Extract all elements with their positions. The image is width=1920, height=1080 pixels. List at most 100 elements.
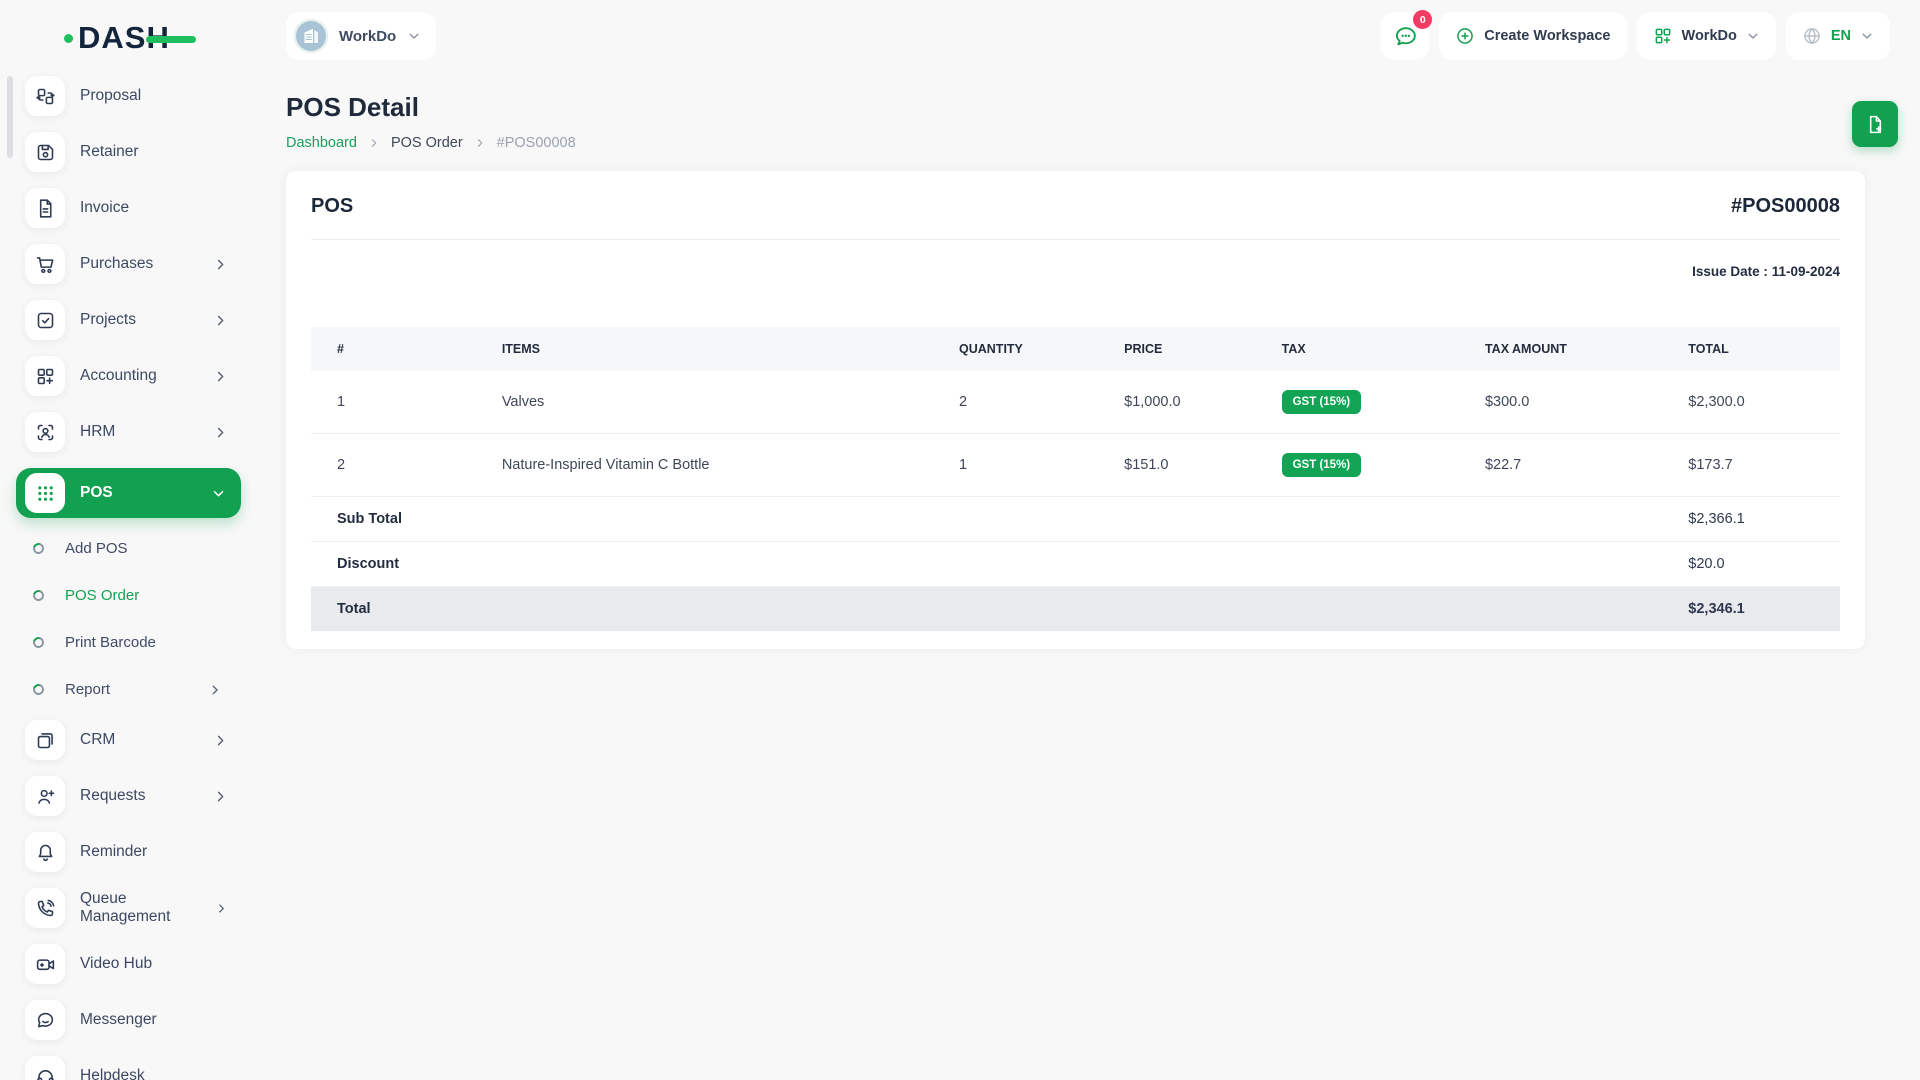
message-icon bbox=[35, 1010, 56, 1031]
bullet-circle-icon bbox=[30, 540, 47, 557]
cell-no: 1 bbox=[311, 371, 487, 434]
breadcrumb: Dashboard POS Order #POS00008 bbox=[286, 135, 1865, 151]
column-header-price: PRICE bbox=[1109, 327, 1267, 371]
card-title: POS bbox=[311, 195, 354, 217]
bullet-circle-icon bbox=[30, 634, 47, 651]
create-workspace-button[interactable]: Create Workspace bbox=[1439, 12, 1627, 60]
breadcrumb-pos-order[interactable]: POS Order bbox=[391, 135, 463, 151]
sidebar-item-label: Queue Management bbox=[80, 890, 171, 925]
messages-count-badge: 0 bbox=[1413, 10, 1433, 29]
issue-date-value: 11-09-2024 bbox=[1771, 264, 1840, 279]
subtotal-label: Sub Total bbox=[311, 496, 1674, 542]
cell-quantity: 2 bbox=[944, 371, 1110, 434]
sidebar-subitem-label: Report bbox=[65, 681, 111, 698]
sidebar-item-video-hub[interactable]: Video Hub bbox=[25, 944, 228, 984]
pos-items-table: # ITEMS QUANTITY PRICE TAX TAX AMOUNT TO… bbox=[311, 327, 1840, 631]
sidebar-item-requests[interactable]: Requests bbox=[25, 776, 228, 816]
sidebar-subitem-print-barcode[interactable]: Print Barcode bbox=[30, 626, 222, 659]
sidebar-nav: Proposal Retainer Invoice Purchases Proj… bbox=[0, 76, 250, 1080]
discount-label: Discount bbox=[311, 541, 1674, 587]
sidebar-item-projects[interactable]: Projects bbox=[25, 300, 228, 340]
cell-no: 2 bbox=[311, 433, 487, 497]
sidebar-item-accounting[interactable]: Accounting bbox=[25, 356, 228, 396]
column-header-quantity: QUANTITY bbox=[944, 327, 1110, 371]
cell-tax-amount: $300.0 bbox=[1469, 371, 1674, 434]
column-header-tax-amount: TAX AMOUNT bbox=[1469, 327, 1674, 371]
total-value: $2,346.1 bbox=[1673, 586, 1840, 631]
swap-icon bbox=[35, 86, 56, 107]
total-label: Total bbox=[311, 586, 1674, 631]
column-header-no: # bbox=[311, 327, 487, 371]
sidebar-item-queue-management[interactable]: Queue Management bbox=[25, 888, 228, 928]
sidebar-item-invoice[interactable]: Invoice bbox=[25, 188, 228, 228]
chevron-right-icon bbox=[213, 425, 228, 440]
sidebar-subitem-add-pos[interactable]: Add POS bbox=[30, 532, 222, 565]
plus-circle-icon bbox=[1455, 26, 1475, 46]
cell-tax: GST (15%) bbox=[1266, 371, 1470, 434]
export-pos-button[interactable] bbox=[1852, 101, 1898, 147]
tax-badge: GST (15%) bbox=[1281, 390, 1362, 414]
phone-call-icon bbox=[35, 898, 56, 919]
file-icon bbox=[35, 198, 56, 219]
sidebar-item-crm[interactable]: CRM bbox=[25, 720, 228, 760]
sidebar-subitem-pos-order[interactable]: POS Order bbox=[30, 579, 222, 612]
cell-price: $151.0 bbox=[1109, 433, 1267, 497]
sidebar-item-helpdesk[interactable]: Helpdesk bbox=[25, 1056, 228, 1080]
cell-item: Valves bbox=[486, 371, 944, 434]
chevron-right-icon bbox=[208, 683, 222, 697]
chevron-right-icon bbox=[213, 733, 228, 748]
bell-icon bbox=[35, 842, 56, 863]
workspace-switcher[interactable]: WorkDo bbox=[286, 12, 437, 60]
chevron-down-icon bbox=[407, 29, 421, 43]
table-row: 2 Nature-Inspired Vitamin C Bottle 1 $15… bbox=[311, 433, 1840, 497]
table-summary: Sub Total $2,366.1 Discount $20.0 Total … bbox=[311, 496, 1840, 631]
sidebar-item-retainer[interactable]: Retainer bbox=[25, 132, 228, 172]
squares-icon bbox=[35, 730, 56, 751]
check-square-icon bbox=[35, 310, 56, 331]
breadcrumb-current: #POS00008 bbox=[496, 135, 576, 151]
sidebar-item-label: HRM bbox=[80, 423, 116, 440]
save-icon bbox=[35, 142, 56, 163]
sidebar-item-reminder[interactable]: Reminder bbox=[25, 832, 228, 872]
grid-icon bbox=[1653, 26, 1673, 46]
pos-detail-card: POS #POS00008 Issue Date : 11-09-2024 # … bbox=[286, 171, 1865, 649]
discount-value: $20.0 bbox=[1673, 541, 1840, 587]
table-row: 1 Valves 2 $1,000.0 GST (15%) $300.0 $2,… bbox=[311, 371, 1840, 434]
column-header-items: ITEMS bbox=[486, 327, 944, 371]
cell-total: $173.7 bbox=[1673, 433, 1840, 497]
app-logo[interactable]: DASH bbox=[64, 20, 250, 56]
sidebar-subitem-label: Add POS bbox=[65, 540, 128, 557]
main-area: WorkDo 0 Create Workspace WorkDo EN POS … bbox=[250, 0, 1920, 1080]
bullet-circle-icon bbox=[30, 587, 47, 604]
cell-tax-amount: $22.7 bbox=[1469, 433, 1674, 497]
page-title: POS Detail bbox=[286, 92, 419, 122]
subtotal-value: $2,366.1 bbox=[1673, 496, 1840, 542]
sidebar-item-hrm[interactable]: HRM bbox=[25, 412, 228, 452]
messages-button[interactable]: 0 bbox=[1381, 10, 1433, 60]
company-menu-label: WorkDo bbox=[1681, 28, 1737, 44]
logo-bar-icon bbox=[145, 35, 196, 43]
sidebar-item-purchases[interactable]: Purchases bbox=[25, 244, 228, 284]
sidebar-item-pos[interactable]: POS bbox=[16, 468, 241, 518]
table-body: 1 Valves 2 $1,000.0 GST (15%) $300.0 $2,… bbox=[311, 371, 1840, 497]
sidebar-item-label: POS bbox=[80, 484, 113, 501]
sidebar-item-label: Video Hub bbox=[80, 955, 153, 972]
sidebar-item-label: Invoice bbox=[80, 199, 130, 216]
cell-price: $1,000.0 bbox=[1109, 371, 1267, 434]
sidebar-scrollbar[interactable] bbox=[7, 76, 13, 158]
grid-plus-icon bbox=[35, 366, 56, 387]
sidebar-item-label: Helpdesk bbox=[80, 1067, 145, 1080]
sidebar-subitem-report[interactable]: Report bbox=[30, 673, 222, 706]
breadcrumb-link-dashboard[interactable]: Dashboard bbox=[286, 135, 357, 151]
sidebar-item-label: CRM bbox=[80, 731, 116, 748]
workspace-name: WorkDo bbox=[339, 27, 397, 45]
sidebar-item-messenger[interactable]: Messenger bbox=[25, 1000, 228, 1040]
column-header-tax: TAX bbox=[1266, 327, 1470, 371]
chevron-right-icon bbox=[213, 369, 228, 384]
sidebar-item-proposal[interactable]: Proposal bbox=[25, 76, 228, 116]
user-plus-icon bbox=[35, 786, 56, 807]
company-menu-button[interactable]: WorkDo bbox=[1636, 12, 1776, 60]
discount-row: Discount $20.0 bbox=[311, 541, 1840, 587]
language-menu-button[interactable]: EN bbox=[1785, 12, 1890, 60]
chevron-right-icon bbox=[215, 901, 228, 916]
